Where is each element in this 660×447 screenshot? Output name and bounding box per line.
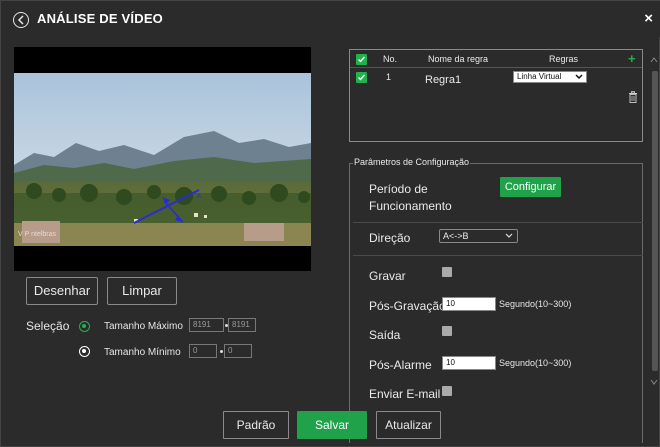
col-name: Nome da regra	[428, 54, 489, 64]
post-record-input[interactable]: 10	[442, 297, 496, 311]
min-height-input[interactable]: 0	[224, 344, 252, 358]
refresh-button[interactable]: Atualizar	[376, 411, 441, 439]
max-size-label: Tamanho Máximo	[104, 321, 183, 332]
scroll-thumb[interactable]	[652, 71, 658, 371]
save-button[interactable]: Salvar	[297, 411, 367, 439]
video-analysis-dialog: ANÁLISE DE VÍDEO × A V P ntelbras Desenh…	[0, 0, 660, 447]
post-alarm-range: Segundo(10~300)	[499, 358, 572, 368]
row-no: 1	[386, 72, 392, 82]
col-no: No.	[383, 54, 398, 64]
period-label-line1: Período de	[369, 182, 428, 196]
email-checkbox[interactable]	[442, 386, 452, 396]
rule-line-label-a: A	[197, 194, 201, 200]
table-row[interactable]: 1 Regra1 Linha Virtual	[350, 69, 642, 103]
row-checkbox[interactable]	[356, 72, 367, 83]
min-size-label: Tamanho Mínimo	[104, 347, 181, 358]
radio-dot	[82, 349, 86, 353]
default-button[interactable]: Padrão	[223, 411, 289, 439]
page-title: ANÁLISE DE VÍDEO	[37, 11, 163, 26]
min-width-input[interactable]: 0	[189, 344, 217, 358]
output-label: Saída	[369, 328, 401, 342]
min-size-radio[interactable]	[79, 346, 90, 357]
video-watermark: V P ntelbras	[18, 231, 57, 238]
delete-icon[interactable]	[628, 91, 638, 103]
post-record-range: Segundo(10~300)	[499, 299, 572, 309]
record-label: Gravar	[369, 269, 406, 283]
post-alarm-label: Pós-Alarme	[369, 358, 432, 372]
post-record-label: Pós-Gravação	[369, 299, 446, 313]
output-checkbox[interactable]	[442, 326, 452, 336]
direction-label: Direção	[369, 231, 411, 245]
max-size-radio[interactable]	[79, 321, 90, 332]
direction-select[interactable]: A<->B	[439, 229, 518, 243]
radio-dot	[82, 324, 86, 328]
add-rule-icon[interactable]: +	[628, 52, 636, 65]
back-icon[interactable]	[13, 12, 29, 28]
video-preview[interactable]: A V P ntelbras	[14, 47, 311, 271]
divider	[353, 222, 643, 223]
max-width-input[interactable]: 8191	[189, 318, 224, 332]
chevron-down-icon	[575, 74, 583, 80]
email-label: Enviar E-mail	[369, 387, 441, 401]
scroll-down-icon	[650, 379, 658, 385]
close-icon[interactable]: ×	[644, 11, 653, 26]
selection-label: Seleção	[26, 319, 70, 333]
divider	[353, 255, 643, 256]
draw-button[interactable]: Desenhar	[26, 277, 98, 305]
table-header: No. Nome da regra Regras +	[350, 50, 642, 68]
chevron-down-icon	[505, 233, 513, 238]
select-all-checkbox[interactable]	[356, 54, 367, 65]
rule-type-select[interactable]: Linha Virtual	[513, 71, 587, 83]
config-legend: Parâmetros de Configuração	[353, 157, 471, 167]
rules-table: No. Nome da regra Regras + 1 Regra1 Linh…	[349, 49, 643, 142]
col-rules: Regras	[549, 54, 579, 64]
title-bar: ANÁLISE DE VÍDEO ×	[1, 1, 660, 37]
rule-type-value: Linha Virtual	[517, 72, 562, 81]
scroll-up-icon	[650, 57, 658, 63]
post-alarm-input[interactable]: 10	[442, 356, 496, 370]
record-checkbox[interactable]	[442, 267, 452, 277]
row-name: Regra1	[425, 74, 462, 86]
max-height-input[interactable]: 8191	[228, 318, 256, 332]
clear-button[interactable]: Limpar	[107, 277, 177, 305]
camera-scene: A	[14, 73, 311, 246]
period-label-line2: Funcionamento	[369, 199, 452, 213]
direction-value: A<->B	[443, 231, 469, 241]
configure-button[interactable]: Configurar	[500, 177, 561, 197]
size-separator	[220, 350, 223, 353]
